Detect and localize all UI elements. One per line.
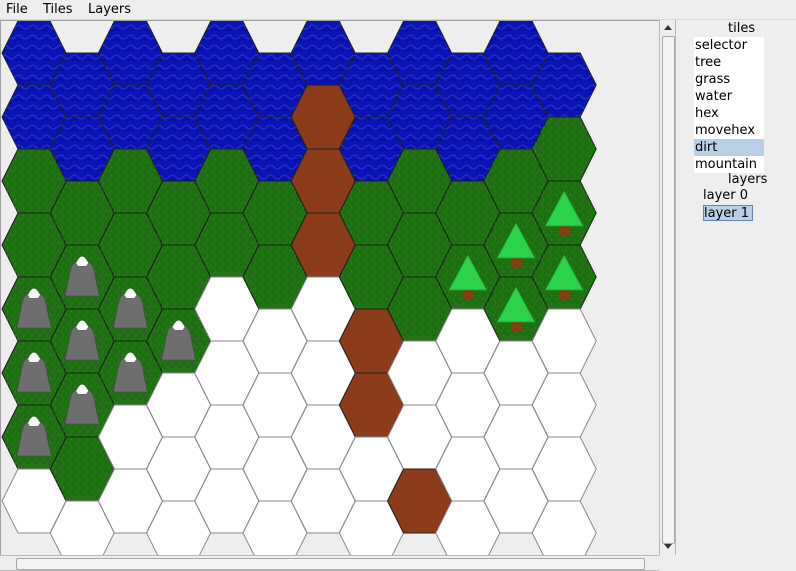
- menu-bar: File Tiles Layers: [0, 0, 796, 20]
- tile-item-grass[interactable]: grass: [694, 71, 764, 88]
- tree-trunk: [462, 290, 473, 299]
- layer-item-0[interactable]: layer 0: [703, 188, 753, 204]
- layer-item-1[interactable]: layer 1: [703, 205, 753, 221]
- tile-item-selector[interactable]: selector: [694, 37, 764, 54]
- tile-item-tree[interactable]: tree: [694, 54, 764, 71]
- tiles-title: tiles: [728, 21, 756, 36]
- horizontal-scroll-thumb[interactable]: [16, 558, 645, 570]
- tile-item-hex[interactable]: hex: [694, 105, 764, 122]
- menu-file[interactable]: File: [6, 1, 28, 18]
- map-scroll-pane: [0, 20, 676, 571]
- hex-map-canvas[interactable]: [0, 20, 660, 556]
- scroll-down-arrow-icon[interactable]: [664, 544, 672, 549]
- tile-item-movehex[interactable]: movehex: [694, 122, 764, 139]
- menu-layers[interactable]: Layers: [88, 1, 131, 18]
- scroll-up-arrow-icon[interactable]: [664, 25, 672, 30]
- tile-item-mountain[interactable]: mountain: [694, 156, 764, 173]
- vertical-scroll-thumb[interactable]: [662, 36, 675, 544]
- tile-item-water[interactable]: water: [694, 88, 764, 105]
- side-panel: tiles selector tree grass water hex move…: [676, 20, 796, 571]
- vertical-scrollbar[interactable]: [659, 20, 676, 555]
- tile-item-dirt[interactable]: dirt: [694, 139, 764, 156]
- layers-title: layers: [728, 172, 768, 187]
- scroll-corner: [659, 555, 676, 571]
- tree-trunk: [511, 258, 521, 267]
- menu-tiles[interactable]: Tiles: [43, 1, 73, 18]
- tiles-list[interactable]: selector tree grass water hex movehex di…: [694, 37, 764, 173]
- tree-trunk: [559, 226, 570, 235]
- tree-trunk: [559, 290, 570, 299]
- hex-map[interactable]: [1, 21, 660, 556]
- tree-trunk: [511, 322, 521, 331]
- horizontal-scrollbar[interactable]: [0, 555, 659, 571]
